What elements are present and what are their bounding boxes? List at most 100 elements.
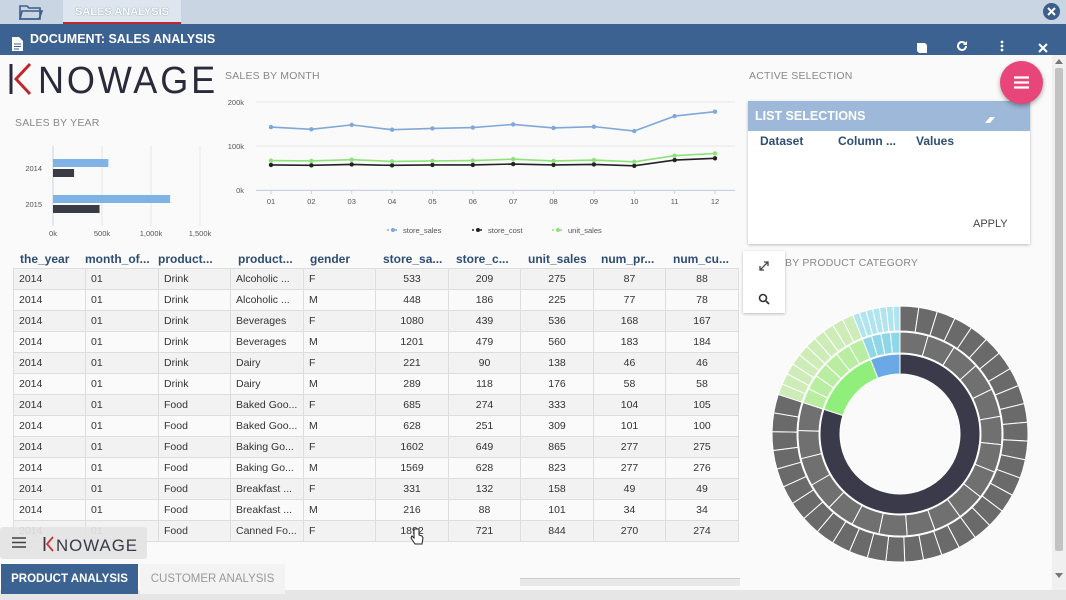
table-cell[interactable]: 225 <box>520 289 594 311</box>
table-cell[interactable]: 2014 <box>13 310 86 332</box>
table-cell[interactable]: F <box>303 268 376 290</box>
table-cell[interactable]: 100 <box>665 415 739 437</box>
table-cell[interactable]: 105 <box>665 394 739 416</box>
vertical-scrollbar[interactable] <box>1052 55 1066 590</box>
table-cell[interactable]: Alcoholic ... <box>230 268 304 290</box>
table-row[interactable]: 2014 01 Drink Dairy F 221 90 138 46 46 <box>13 352 739 374</box>
close-icon[interactable] <box>1038 34 1048 53</box>
table-cell[interactable]: Baked Goo... <box>230 415 304 437</box>
table-cell[interactable]: 448 <box>375 289 449 311</box>
scroll-down-icon[interactable] <box>1055 573 1063 579</box>
table-cell[interactable]: 2014 <box>13 394 86 416</box>
table-cell[interactable]: 2014 <box>13 331 86 353</box>
table-cell[interactable]: Drink <box>158 373 231 395</box>
table-cell[interactable]: 844 <box>520 520 594 542</box>
table-cell[interactable]: 58 <box>665 373 739 395</box>
table-cell[interactable]: Baked Goo... <box>230 394 304 416</box>
expand-icon[interactable] <box>758 259 770 271</box>
column-header[interactable]: gender <box>310 252 375 266</box>
table-cell[interactable]: 628 <box>448 457 521 479</box>
table-cell[interactable]: 34 <box>593 499 666 521</box>
table-cell[interactable]: 274 <box>665 520 739 542</box>
table-cell[interactable]: 158 <box>520 478 594 500</box>
table-cell[interactable]: Alcoholic ... <box>230 289 304 311</box>
table-cell[interactable]: M <box>303 373 376 395</box>
table-cell[interactable]: 2014 <box>13 289 86 311</box>
table-cell[interactable]: 221 <box>375 352 449 374</box>
table-cell[interactable]: Food <box>158 394 231 416</box>
table-cell[interactable]: Canned Fo... <box>230 520 304 542</box>
table-cell[interactable]: 309 <box>520 415 594 437</box>
column-header[interactable]: store_sa... <box>383 252 448 266</box>
table-cell[interactable]: 132 <box>448 478 521 500</box>
pagination-strip[interactable] <box>520 578 740 586</box>
tab-product-analysis[interactable]: PRODUCT ANALYSIS <box>1 564 138 594</box>
table-row[interactable]: 2014 01 Food Breakfast ... F 331 132 158 49 49 <box>13 478 739 500</box>
table-cell[interactable]: 536 <box>520 310 594 332</box>
table-cell[interactable]: Drink <box>158 310 231 332</box>
column-dataset[interactable]: Dataset <box>760 134 830 148</box>
table-cell[interactable]: Food <box>158 436 231 458</box>
table-cell[interactable]: M <box>303 415 376 437</box>
table-cell[interactable]: 183 <box>593 331 666 353</box>
table-cell[interactable]: 560 <box>520 331 594 353</box>
table-cell[interactable]: 01 <box>85 436 159 458</box>
table-cell[interactable]: Drink <box>158 331 231 353</box>
tab-sales-analysis[interactable]: SALES ANALYSIS <box>63 0 181 24</box>
table-cell[interactable]: 276 <box>665 457 739 479</box>
table-cell[interactable]: 88 <box>665 268 739 290</box>
scrollbar-thumb[interactable] <box>1055 68 1063 551</box>
table-row[interactable]: 2014 01 Food Baked Goo... M 628 251 309 101 100 <box>13 415 739 437</box>
table-cell[interactable]: 01 <box>85 352 159 374</box>
column-header[interactable]: store_c... <box>456 252 521 266</box>
knowage-menu-bar[interactable]: NOWAGE <box>0 527 147 559</box>
table-cell[interactable]: Beverages <box>230 310 304 332</box>
table-row[interactable]: 2014 01 Drink Alcoholic ... M 448 186 225 77 78 <box>13 289 739 311</box>
table-cell[interactable]: 87 <box>593 268 666 290</box>
table-cell[interactable]: M <box>303 289 376 311</box>
table-cell[interactable]: 01 <box>85 415 159 437</box>
table-cell[interactable]: 184 <box>665 331 739 353</box>
column-header[interactable]: num_cu... <box>673 252 738 266</box>
table-cell[interactable]: 685 <box>375 394 449 416</box>
table-cell[interactable]: 167 <box>665 310 739 332</box>
table-cell[interactable]: F <box>303 352 376 374</box>
table-cell[interactable]: Beverages <box>230 331 304 353</box>
table-cell[interactable]: 88 <box>448 499 521 521</box>
table-cell[interactable]: 2014 <box>13 457 86 479</box>
table-cell[interactable]: M <box>303 331 376 353</box>
table-cell[interactable]: 77 <box>593 289 666 311</box>
table-cell[interactable]: Food <box>158 520 231 542</box>
column-header[interactable]: product... <box>238 252 303 266</box>
table-cell[interactable]: 101 <box>520 499 594 521</box>
table-cell[interactable]: 118 <box>448 373 521 395</box>
column-header[interactable]: product... <box>158 252 223 266</box>
table-cell[interactable]: 2014 <box>13 436 86 458</box>
apply-button[interactable]: APPLY <box>973 218 1008 230</box>
table-cell[interactable]: Drink <box>158 352 231 374</box>
table-cell[interactable]: Baking Go... <box>230 436 304 458</box>
table-cell[interactable]: 2014 <box>13 373 86 395</box>
table-cell[interactable]: 275 <box>665 436 739 458</box>
table-cell[interactable]: 90 <box>448 352 521 374</box>
menu-fab-button[interactable] <box>1000 61 1043 104</box>
hamburger-icon[interactable] <box>12 537 26 548</box>
table-cell[interactable]: Dairy <box>230 352 304 374</box>
table-cell[interactable]: F <box>303 478 376 500</box>
table-row[interactable]: 2014 01 Food Baking Go... F 1602 649 865 277 275 <box>13 436 739 458</box>
table-cell[interactable]: 01 <box>85 289 159 311</box>
column-header[interactable]: the_year <box>20 252 85 266</box>
table-row[interactable]: 2014 01 Drink Dairy M 289 118 176 58 58 <box>13 373 739 395</box>
table-cell[interactable]: 101 <box>593 415 666 437</box>
table-cell[interactable]: 2014 <box>13 268 86 290</box>
tab-customer-analysis[interactable]: CUSTOMER ANALYSIS <box>140 564 285 594</box>
table-cell[interactable]: 46 <box>593 352 666 374</box>
eraser-icon[interactable] <box>984 112 996 123</box>
table-cell[interactable]: Breakfast ... <box>230 478 304 500</box>
table-cell[interactable]: Dairy <box>230 373 304 395</box>
column-header[interactable]: month_of... <box>85 252 150 266</box>
table-cell[interactable]: 01 <box>85 394 159 416</box>
table-cell[interactable]: 333 <box>520 394 594 416</box>
table-cell[interactable]: F <box>303 394 376 416</box>
table-cell[interactable]: 274 <box>448 394 521 416</box>
